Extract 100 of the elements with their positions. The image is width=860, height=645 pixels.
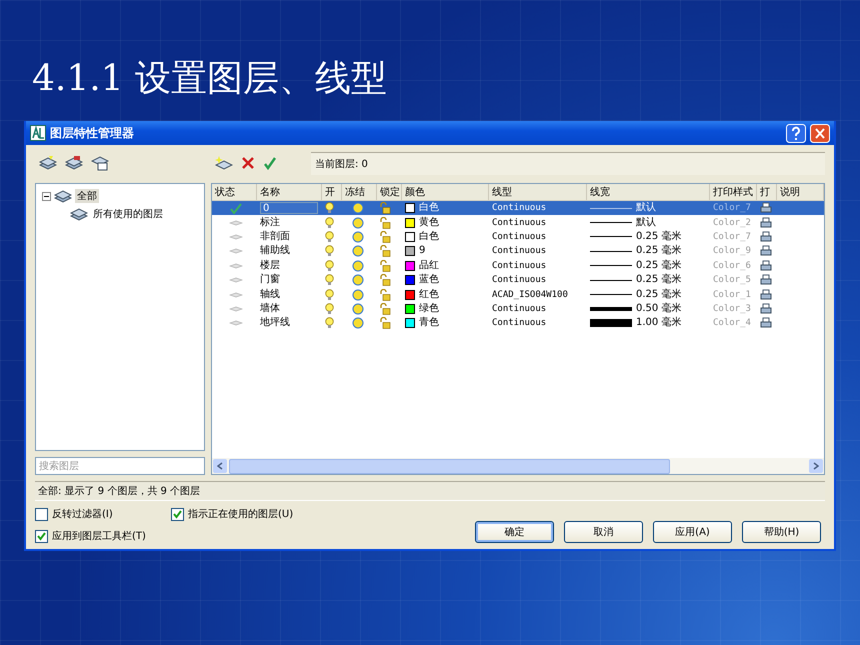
column-header[interactable]: 打 (757, 184, 777, 200)
column-header[interactable]: 线宽 (587, 184, 710, 200)
name-input[interactable]: 0 (260, 202, 318, 214)
dialog-button[interactable]: 取消 (564, 521, 643, 543)
printer-icon[interactable] (760, 317, 772, 330)
column-header[interactable]: 状态 (212, 184, 257, 200)
color-name: 9 (419, 246, 426, 256)
sun-icon[interactable] (352, 230, 364, 243)
new-filter-icon[interactable] (39, 155, 57, 171)
checkbox-option[interactable]: 指示正在使用的图层(U) (171, 507, 294, 521)
delete-icon[interactable] (241, 156, 255, 170)
column-header[interactable]: 打印样式 (710, 184, 757, 200)
column-header[interactable]: 说明 (777, 184, 824, 200)
collapse-icon[interactable] (42, 192, 51, 200)
column-header[interactable]: 冻结 (342, 184, 377, 200)
table-row[interactable]: 0 白色 Continuous 默认 Color_7 (212, 201, 824, 216)
bulb-icon[interactable] (325, 260, 334, 272)
printer-icon[interactable] (760, 274, 772, 286)
bulb-icon[interactable] (325, 288, 334, 301)
printer-icon[interactable] (760, 302, 772, 315)
layer-name: 轴线 (259, 290, 281, 300)
table-row[interactable]: 标注 黄色 Continuous 默认 Color_2 (212, 215, 824, 230)
sun-icon[interactable] (352, 260, 364, 272)
plot-style: Color_5 (712, 275, 752, 286)
checkmark-icon[interactable] (263, 156, 277, 170)
new-layer-icon[interactable] (215, 155, 233, 171)
sun-icon[interactable] (352, 288, 364, 301)
bulb-icon[interactable] (325, 274, 334, 286)
linetype: Continuous (491, 318, 548, 328)
lineweight: 0.25 毫米 (636, 290, 682, 300)
padlock-icon[interactable] (380, 260, 391, 272)
sun-icon[interactable] (352, 245, 364, 258)
padlock-icon[interactable] (380, 202, 391, 214)
lineweight: 0.25 毫米 (636, 246, 682, 256)
column-header[interactable]: 开 (322, 184, 342, 200)
sun-icon[interactable] (352, 302, 364, 315)
table-row[interactable]: 楼层 品红 Continuous 0.25 毫米 Color_6 (212, 258, 824, 273)
column-header[interactable]: 颜色 (402, 184, 489, 200)
linetype: Continuous (491, 260, 548, 271)
table-row[interactable]: 地坪线 青色 Continuous 1.00 毫米 Color_4 (212, 316, 824, 331)
sun-icon[interactable] (352, 317, 364, 330)
sun-icon[interactable] (352, 274, 364, 286)
bulb-icon[interactable] (325, 317, 334, 330)
tree-item[interactable]: 全部 (75, 189, 99, 203)
column-header[interactable]: 锁定 (377, 184, 402, 200)
layer-state-icon[interactable] (91, 155, 109, 171)
checkbox[interactable] (35, 508, 48, 520)
table-row[interactable]: 辅助线 9 Continuous 0.25 毫米 Color_9 (212, 244, 824, 259)
color-name: 青色 (419, 318, 439, 328)
checkbox-option[interactable]: 应用到图层工具栏(T) (35, 529, 294, 543)
padlock-icon[interactable] (380, 216, 391, 229)
printer-icon[interactable] (760, 202, 772, 214)
layers-icon (54, 188, 72, 204)
tree-item[interactable]: 所有使用的图层 (91, 207, 165, 221)
printer-icon[interactable] (760, 230, 772, 243)
checkbox[interactable] (171, 508, 184, 520)
table-row[interactable]: 墙体 绿色 Continuous 0.50 毫米 Color_3 (212, 302, 824, 316)
layer-name: 非剖面 (259, 232, 291, 242)
color-name: 黄色 (419, 218, 439, 228)
padlock-icon[interactable] (380, 288, 391, 301)
table-row[interactable]: 门窗 蓝色 Continuous 0.25 毫米 Color_5 (212, 272, 824, 288)
window-title: 图层特性管理器 (50, 124, 135, 142)
padlock-icon[interactable] (380, 230, 391, 243)
printer-icon[interactable] (760, 260, 772, 272)
printer-icon[interactable] (760, 288, 772, 301)
lineweight: 0.25 毫米 (636, 275, 682, 286)
table-row[interactable]: 轴线 红色 ACAD_ISO04W100 0.25 毫米 Color_1 (212, 287, 824, 302)
color-name: 蓝色 (419, 275, 439, 286)
checkbox[interactable] (35, 530, 48, 542)
table-row[interactable]: 非剖面 白色 Continuous 0.25 毫米 Color_7 (212, 230, 824, 244)
padlock-icon[interactable] (380, 274, 391, 286)
column-header[interactable]: 线型 (489, 184, 587, 200)
printer-icon[interactable] (760, 216, 772, 229)
linetype: Continuous (491, 275, 548, 286)
column-header[interactable]: 名称 (257, 184, 322, 200)
padlock-icon[interactable] (380, 317, 391, 330)
dialog-button[interactable]: 确定 (475, 521, 554, 543)
checkbox-option[interactable]: 反转过滤器(I) (35, 507, 171, 521)
linetype: Continuous (491, 203, 548, 214)
help-icon[interactable] (786, 124, 806, 142)
scroll-left-button[interactable] (213, 459, 227, 473)
plot-style: Color_7 (712, 203, 752, 214)
bulb-icon[interactable] (325, 230, 334, 243)
scroll-right-button[interactable] (809, 459, 823, 473)
group-filter-icon[interactable] (65, 155, 83, 171)
bulb-icon[interactable] (325, 245, 334, 258)
printer-icon[interactable] (760, 245, 772, 258)
horizontal-scrollbar[interactable] (212, 458, 824, 474)
search-field[interactable]: 搜索图层 (35, 457, 205, 475)
bulb-icon[interactable] (325, 216, 334, 229)
bulb-icon[interactable] (325, 202, 334, 214)
dialog-button[interactable]: 帮助(H) (742, 521, 821, 543)
close-icon[interactable] (810, 124, 830, 142)
padlock-icon[interactable] (380, 302, 391, 315)
sun-icon[interactable] (352, 216, 364, 229)
padlock-icon[interactable] (380, 245, 391, 258)
sun-icon[interactable] (352, 202, 364, 214)
slide-title: 4.1.1 设置图层、线型 (32, 57, 388, 101)
bulb-icon[interactable] (325, 302, 334, 315)
dialog-button[interactable]: 应用(A) (653, 521, 732, 543)
